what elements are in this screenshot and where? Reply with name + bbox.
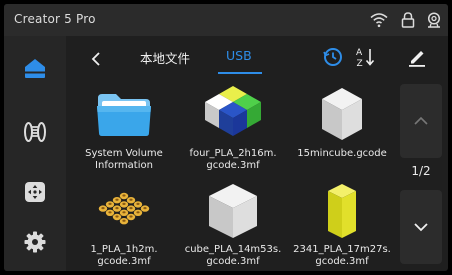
model-thumbnail	[98, 192, 150, 225]
file-name: 1_PLA_1h2m. gcode.3mf	[90, 244, 158, 267]
file-name: 15mincube.gcode	[297, 148, 387, 159]
filament-spool-icon	[24, 122, 46, 142]
model-thumbnail	[205, 86, 261, 136]
file-name: four_PLA_2h16m. gcode.3mf	[189, 148, 277, 171]
file-grid: System Volume Information four_PLA_2h16m…	[70, 82, 396, 271]
tab-usb[interactable]: USB	[226, 48, 252, 63]
svg-text:A: A	[356, 48, 363, 58]
printer-screen: Creator 5 Pro 本地文件 USB A Z System Volume…	[4, 4, 448, 271]
file-browser-header: 本地文件 USB A Z	[66, 36, 448, 80]
model-thumbnail	[328, 184, 356, 238]
chevron-up-icon	[414, 116, 428, 125]
file-name: 2341_PLA_17m27s. gcode.3mf	[293, 244, 391, 267]
chevron-down-icon	[414, 223, 428, 232]
lock-icon[interactable]	[399, 12, 417, 28]
file-item[interactable]: four_PLA_2h16m. gcode.3mf	[179, 82, 287, 177]
edit-icon[interactable]	[406, 46, 428, 68]
camera-icon[interactable]	[425, 12, 443, 28]
sidebar-item-settings[interactable]	[15, 222, 55, 262]
page-down-button[interactable]	[400, 190, 442, 264]
sidebar-item-filament[interactable]	[15, 112, 55, 152]
history-icon[interactable]	[322, 46, 344, 68]
gear-icon	[24, 231, 46, 253]
sidebar	[4, 36, 66, 271]
pager: 1/2	[394, 84, 442, 266]
file-item[interactable]: cube_PLA_14m53s. gcode.3mf	[179, 178, 287, 271]
model-thumbnail	[209, 184, 257, 238]
folder-icon	[97, 94, 151, 136]
sidebar-item-home[interactable]	[15, 48, 55, 88]
active-tab-indicator	[218, 72, 262, 74]
device-name: Creator 5 Pro	[14, 12, 96, 26]
file-item[interactable]: 1_PLA_1h2m. gcode.3mf	[70, 178, 178, 271]
file-item[interactable]: 15mincube.gcode	[288, 82, 396, 177]
file-name: cube_PLA_14m53s. gcode.3mf	[184, 244, 282, 267]
sort-icon[interactable]: A Z	[355, 46, 377, 68]
svg-text:Z: Z	[357, 59, 363, 68]
tab-local-files[interactable]: 本地文件	[140, 48, 190, 67]
home-icon	[25, 59, 45, 78]
file-name: System Volume Information	[85, 148, 163, 171]
page-indicator: 1/2	[411, 164, 431, 178]
file-item[interactable]: 2341_PLA_17m27s. gcode.3mf	[288, 178, 396, 271]
model-thumbnail	[322, 88, 362, 140]
page-up-button[interactable]	[400, 84, 442, 158]
wifi-icon[interactable]	[370, 12, 388, 28]
move-control-icon	[25, 182, 45, 202]
file-item[interactable]: System Volume Information	[70, 82, 178, 177]
sidebar-item-control[interactable]	[15, 172, 55, 212]
back-arrow-icon[interactable]	[88, 50, 104, 68]
status-bar: Creator 5 Pro	[4, 4, 448, 36]
